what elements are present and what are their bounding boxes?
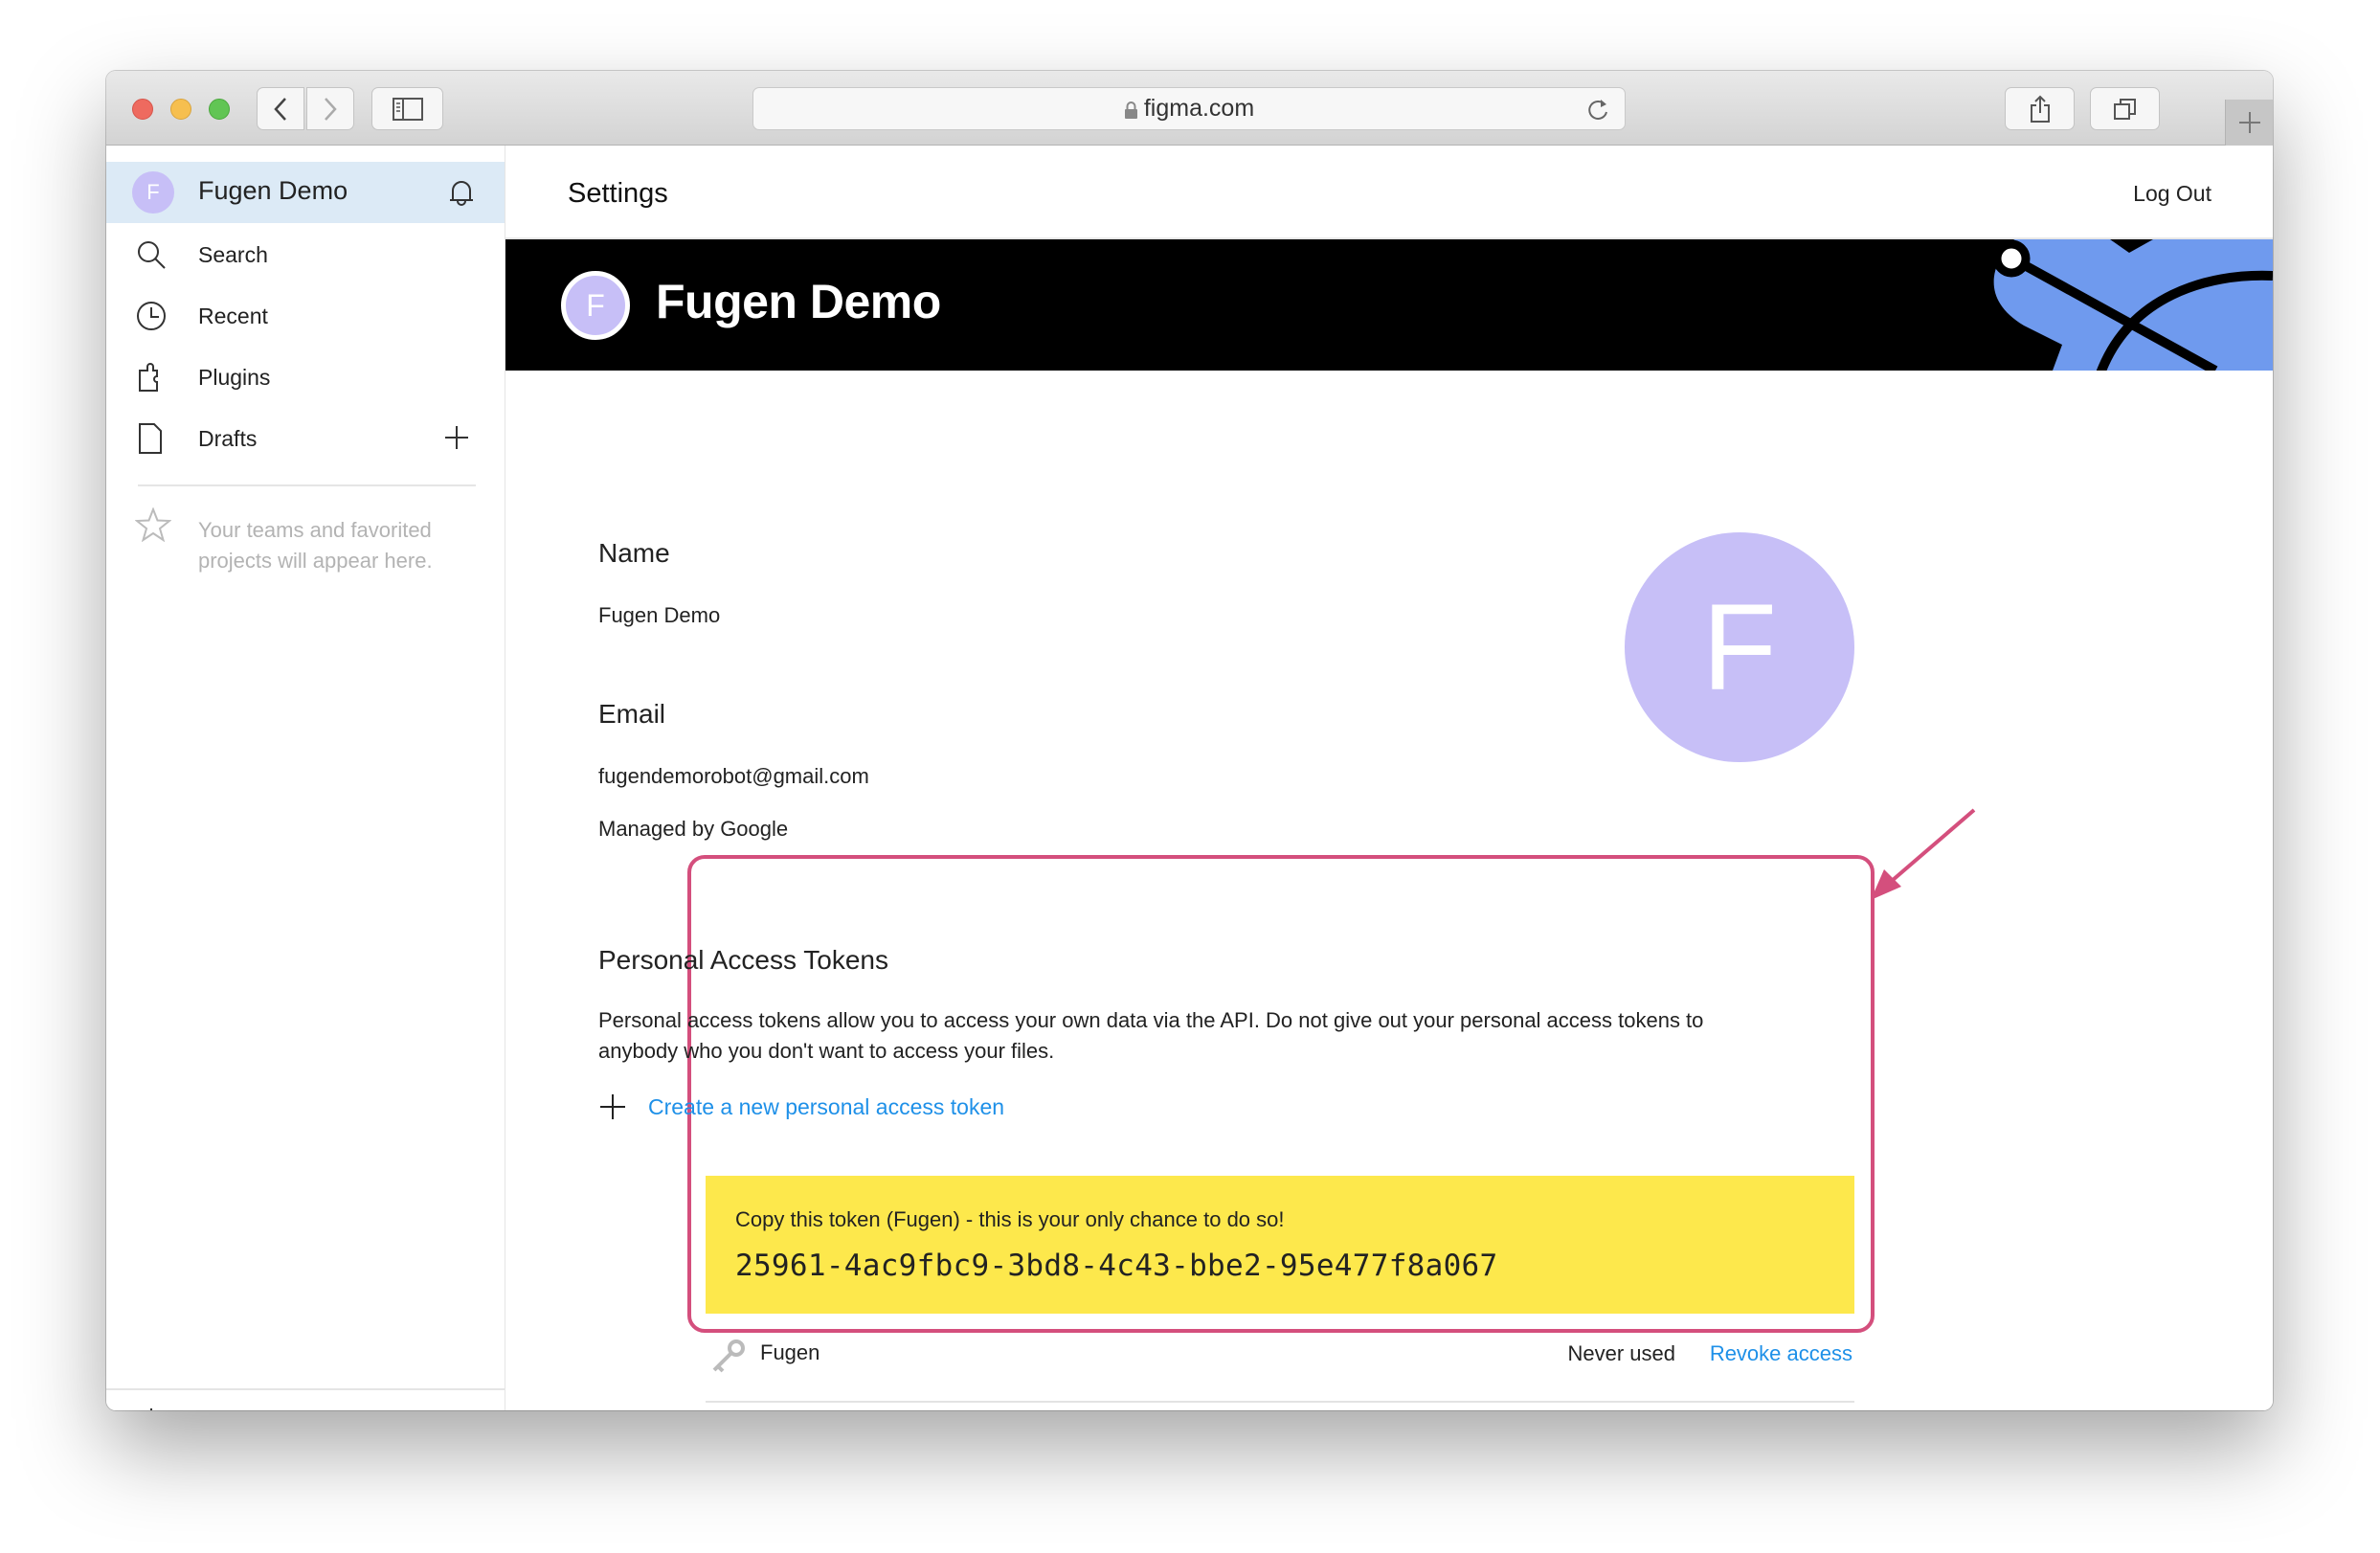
annotation-arrow-icon — [1871, 808, 1976, 900]
sidebar-item-label: Plugins — [198, 365, 271, 390]
tokens-description: Personal access tokens allow you to acce… — [598, 1008, 1704, 1063]
sidebar-item-drafts[interactable]: Drafts — [106, 408, 505, 469]
profile-avatar[interactable]: F — [1625, 532, 1854, 762]
sidebar-item-recent[interactable]: Recent — [106, 285, 505, 347]
bell-icon[interactable] — [447, 177, 476, 208]
create-token-link[interactable]: Create a new personal access token — [648, 1094, 1004, 1120]
token-list-divider — [706, 1401, 1854, 1403]
tabs-overview-icon — [2113, 98, 2136, 120]
new-tab-button[interactable] — [2225, 100, 2273, 146]
sidebar-toggle-button[interactable] — [371, 87, 443, 130]
lock-icon — [1124, 101, 1137, 119]
url-text: figma.com — [1143, 95, 1255, 122]
search-icon — [138, 241, 166, 269]
name-value: Fugen Demo — [598, 603, 721, 627]
file-icon — [139, 423, 162, 454]
banner-illustration — [1957, 239, 2273, 371]
share-icon — [2030, 95, 2050, 123]
forward-icon — [325, 97, 337, 121]
token-copy-warning: Copy this token (Fugen) - this is your o… — [735, 1207, 1285, 1231]
plus-icon — [600, 1094, 625, 1119]
banner-avatar: F — [561, 271, 630, 340]
sidebar: F Fugen Demo Search Recent Plugins Draft… — [106, 146, 505, 1410]
sidebar-user-menu[interactable]: F Fugen Demo — [106, 162, 505, 223]
sidebar-user-name: Fugen Demo — [198, 176, 348, 205]
sidebar-item-search[interactable]: Search — [106, 224, 505, 285]
sidebar-toggle-icon — [392, 97, 423, 121]
puzzle-icon — [139, 363, 158, 392]
sidebar-empty-message: Your teams and favorited projects will a… — [198, 518, 433, 573]
token-list-item: Fugen Never used Revoke access — [706, 1325, 1854, 1383]
log-out-button[interactable]: Log Out — [2133, 181, 2212, 207]
close-window-button[interactable] — [132, 99, 153, 120]
browser-window: figma.com F Fugen Demo Search Recent Plu… — [106, 71, 2273, 1410]
new-team-button[interactable]: New Team... — [106, 1390, 505, 1410]
add-draft-icon[interactable] — [443, 424, 470, 451]
key-icon — [712, 1339, 745, 1373]
reload-icon[interactable] — [1586, 97, 1611, 124]
tabs-overview-button[interactable] — [2090, 87, 2160, 130]
back-icon — [274, 97, 286, 121]
sidebar-item-plugins[interactable]: Plugins — [106, 347, 505, 408]
managed-by-text: Managed by Google — [598, 817, 789, 841]
revoke-access-link[interactable]: Revoke access — [1710, 1341, 1852, 1366]
token-last-used: Never used — [1567, 1341, 1675, 1365]
name-label: Name — [598, 538, 670, 568]
email-label: Email — [598, 699, 666, 729]
star-icon — [135, 507, 171, 542]
token-value[interactable]: 25961-4ac9fbc9-3bd8-4c43-bbe2-95e477f8a0… — [735, 1249, 1497, 1283]
plus-icon — [150, 1408, 152, 1410]
email-value: fugendemorobot@gmail.com — [598, 764, 869, 788]
zoom-window-button[interactable] — [209, 99, 230, 120]
clock-icon — [137, 302, 166, 330]
avatar: F — [132, 171, 174, 214]
new-tab-icon — [2238, 112, 2260, 133]
browser-toolbar: figma.com — [106, 71, 2273, 146]
page-title: Settings — [568, 178, 668, 209]
sidebar-item-label: Recent — [198, 304, 268, 328]
back-button[interactable] — [257, 87, 304, 130]
sidebar-item-label: Drafts — [198, 426, 258, 451]
sidebar-divider — [138, 484, 476, 486]
tokens-section-title: Personal Access Tokens — [598, 945, 888, 975]
profile-banner: F Fugen Demo — [505, 239, 2273, 371]
top-bar: Settings Log Out — [505, 146, 2273, 239]
create-token-button[interactable]: Create a new personal access token — [598, 1088, 1004, 1126]
forward-button[interactable] — [306, 87, 354, 130]
new-token-notice: Copy this token (Fugen) - this is your o… — [706, 1176, 1854, 1314]
address-bar[interactable]: figma.com — [752, 87, 1626, 130]
minimize-window-button[interactable] — [170, 99, 191, 120]
banner-user-name: Fugen Demo — [656, 275, 941, 328]
main-content: Settings Log Out F Fugen Demo Name Fugen… — [505, 146, 2273, 1410]
token-name: Fugen — [760, 1340, 820, 1364]
share-button[interactable] — [2005, 87, 2075, 130]
new-team-label: New Team... — [198, 1408, 320, 1410]
sidebar-item-label: Search — [198, 242, 268, 267]
